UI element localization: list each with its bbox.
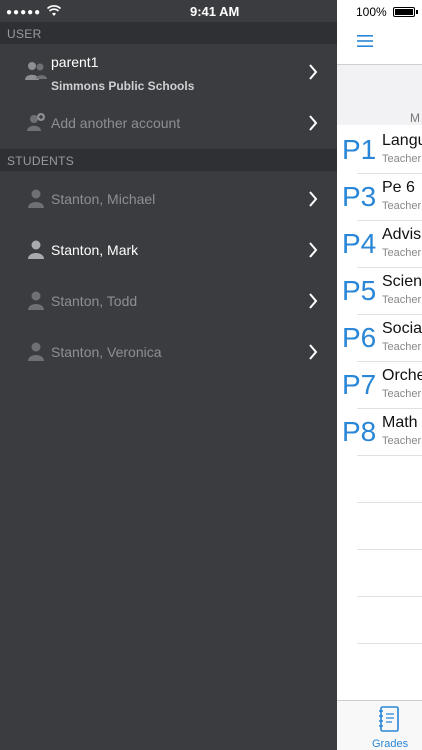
row-divider — [357, 596, 422, 597]
course-name: Advis — [382, 226, 422, 243]
signal-strength: ●●●●● — [6, 7, 42, 18]
account-school: Simmons Public Schools — [51, 79, 195, 93]
course-row[interactable]: P3 Pe 6 Teacher — [337, 173, 422, 220]
term-header-label: M — [410, 111, 420, 125]
tab-grades[interactable]: Grades — [372, 738, 408, 750]
student-name: Stanton, Mark — [51, 242, 139, 258]
add-account-row[interactable]: Add another account — [0, 98, 337, 149]
chevron-right-icon — [309, 344, 318, 360]
person-icon — [28, 291, 44, 310]
grades-notebook-icon[interactable] — [378, 706, 400, 732]
course-row[interactable]: P7 Orche Teacher — [337, 361, 422, 408]
course-name: Pe 6 — [382, 179, 415, 196]
course-period: P6 — [342, 322, 377, 353]
course-period: P5 — [342, 275, 377, 306]
course-row[interactable]: P4 Advis Teacher — [337, 220, 422, 267]
course-period: P1 — [342, 134, 377, 165]
course-teacher: Teacher — [382, 294, 422, 306]
status-bar: ●●●●● 9:41 AM — [0, 0, 337, 22]
row-divider — [357, 502, 422, 503]
student-row[interactable]: Stanton, Todd — [0, 275, 337, 326]
course-row[interactable]: P8 Math Teacher — [337, 408, 422, 455]
status-time: 9:41 AM — [190, 4, 240, 19]
course-teacher: Teacher — [382, 341, 422, 353]
course-period: P4 — [342, 228, 377, 259]
course-teacher: Teacher — [382, 200, 422, 212]
student-row-selected[interactable]: Stanton, Mark — [0, 224, 337, 275]
chevron-right-icon — [309, 242, 318, 258]
person-icon — [28, 342, 44, 361]
status-bar-right: 100% — [337, 0, 422, 22]
course-period: P8 — [342, 416, 377, 447]
course-name: Scien — [382, 273, 422, 290]
battery-tip — [416, 10, 418, 14]
chevron-right-icon — [309, 191, 318, 207]
account-username: parent1 — [51, 54, 99, 70]
student-row[interactable]: Stanton, Veronica — [0, 326, 337, 377]
main-panel: 100% M P1 Langu Teacher P3 Pe 6 Teacher … — [337, 0, 422, 750]
battery-icon — [393, 7, 415, 17]
menu-icon[interactable] — [357, 34, 373, 48]
student-name: Stanton, Veronica — [51, 344, 162, 360]
student-row[interactable]: Stanton, Michael — [0, 173, 337, 224]
student-name: Stanton, Michael — [51, 191, 156, 207]
course-row[interactable]: P5 Scien Teacher — [337, 267, 422, 314]
course-row[interactable]: P6 Socia Teacher — [337, 314, 422, 361]
course-name: Langu — [382, 132, 422, 149]
navigation-drawer: ●●●●● 9:41 AM USER parent1 Simmons Publi… — [0, 0, 337, 750]
add-user-icon — [27, 113, 45, 131]
section-header-students: STUDENTS — [0, 149, 337, 171]
add-account-label: Add another account — [51, 115, 181, 131]
course-teacher: Teacher — [382, 388, 422, 400]
course-name: Math — [382, 414, 418, 431]
course-teacher: Teacher — [382, 247, 422, 259]
chevron-right-icon — [309, 115, 318, 131]
student-name: Stanton, Todd — [51, 293, 138, 309]
course-period: P3 — [342, 181, 377, 212]
chevron-right-icon — [309, 64, 318, 80]
wifi-icon — [47, 5, 61, 16]
tab-bar: Grades — [337, 700, 422, 750]
course-teacher: Teacher — [382, 153, 422, 165]
chevron-right-icon — [309, 293, 318, 309]
battery-percent: 100% — [356, 5, 387, 19]
row-divider — [357, 455, 422, 456]
course-name: Socia — [382, 320, 422, 337]
section-header-user: USER — [0, 22, 337, 44]
row-divider — [357, 549, 422, 550]
course-teacher: Teacher — [382, 435, 422, 447]
course-name: Orche — [382, 367, 422, 384]
users-icon — [25, 62, 47, 80]
course-period: P7 — [342, 369, 377, 400]
row-divider — [357, 643, 422, 644]
course-row[interactable]: P1 Langu Teacher — [337, 126, 422, 173]
term-header: M — [337, 65, 422, 125]
person-icon — [28, 189, 44, 208]
person-icon — [28, 240, 44, 259]
